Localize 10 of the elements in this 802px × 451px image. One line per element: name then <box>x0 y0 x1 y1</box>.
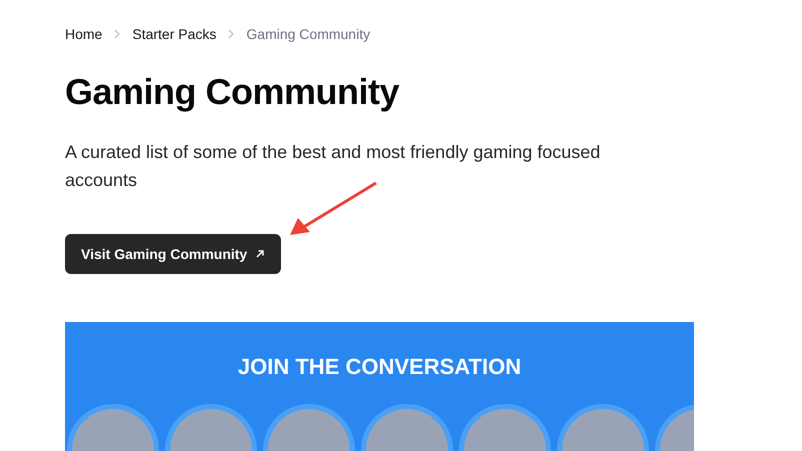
breadcrumb-link[interactable]: Home <box>65 26 102 42</box>
visit-button[interactable]: Visit Gaming Community <box>65 234 282 274</box>
chevron-right-icon <box>226 29 236 39</box>
description-text: A curated list of some of the best and most friendly gaming focused accounts <box>65 141 602 192</box>
banner-heading: JOIN THE CONVERSATION <box>238 354 522 380</box>
breadcrumb-link[interactable]: Starter Packs <box>132 26 216 42</box>
breadcrumb-link[interactable]: Gaming Community <box>246 26 370 42</box>
page-title: Gaming Community <box>65 70 400 114</box>
chevron-right-icon <box>112 29 122 39</box>
external-link-icon <box>255 249 266 259</box>
